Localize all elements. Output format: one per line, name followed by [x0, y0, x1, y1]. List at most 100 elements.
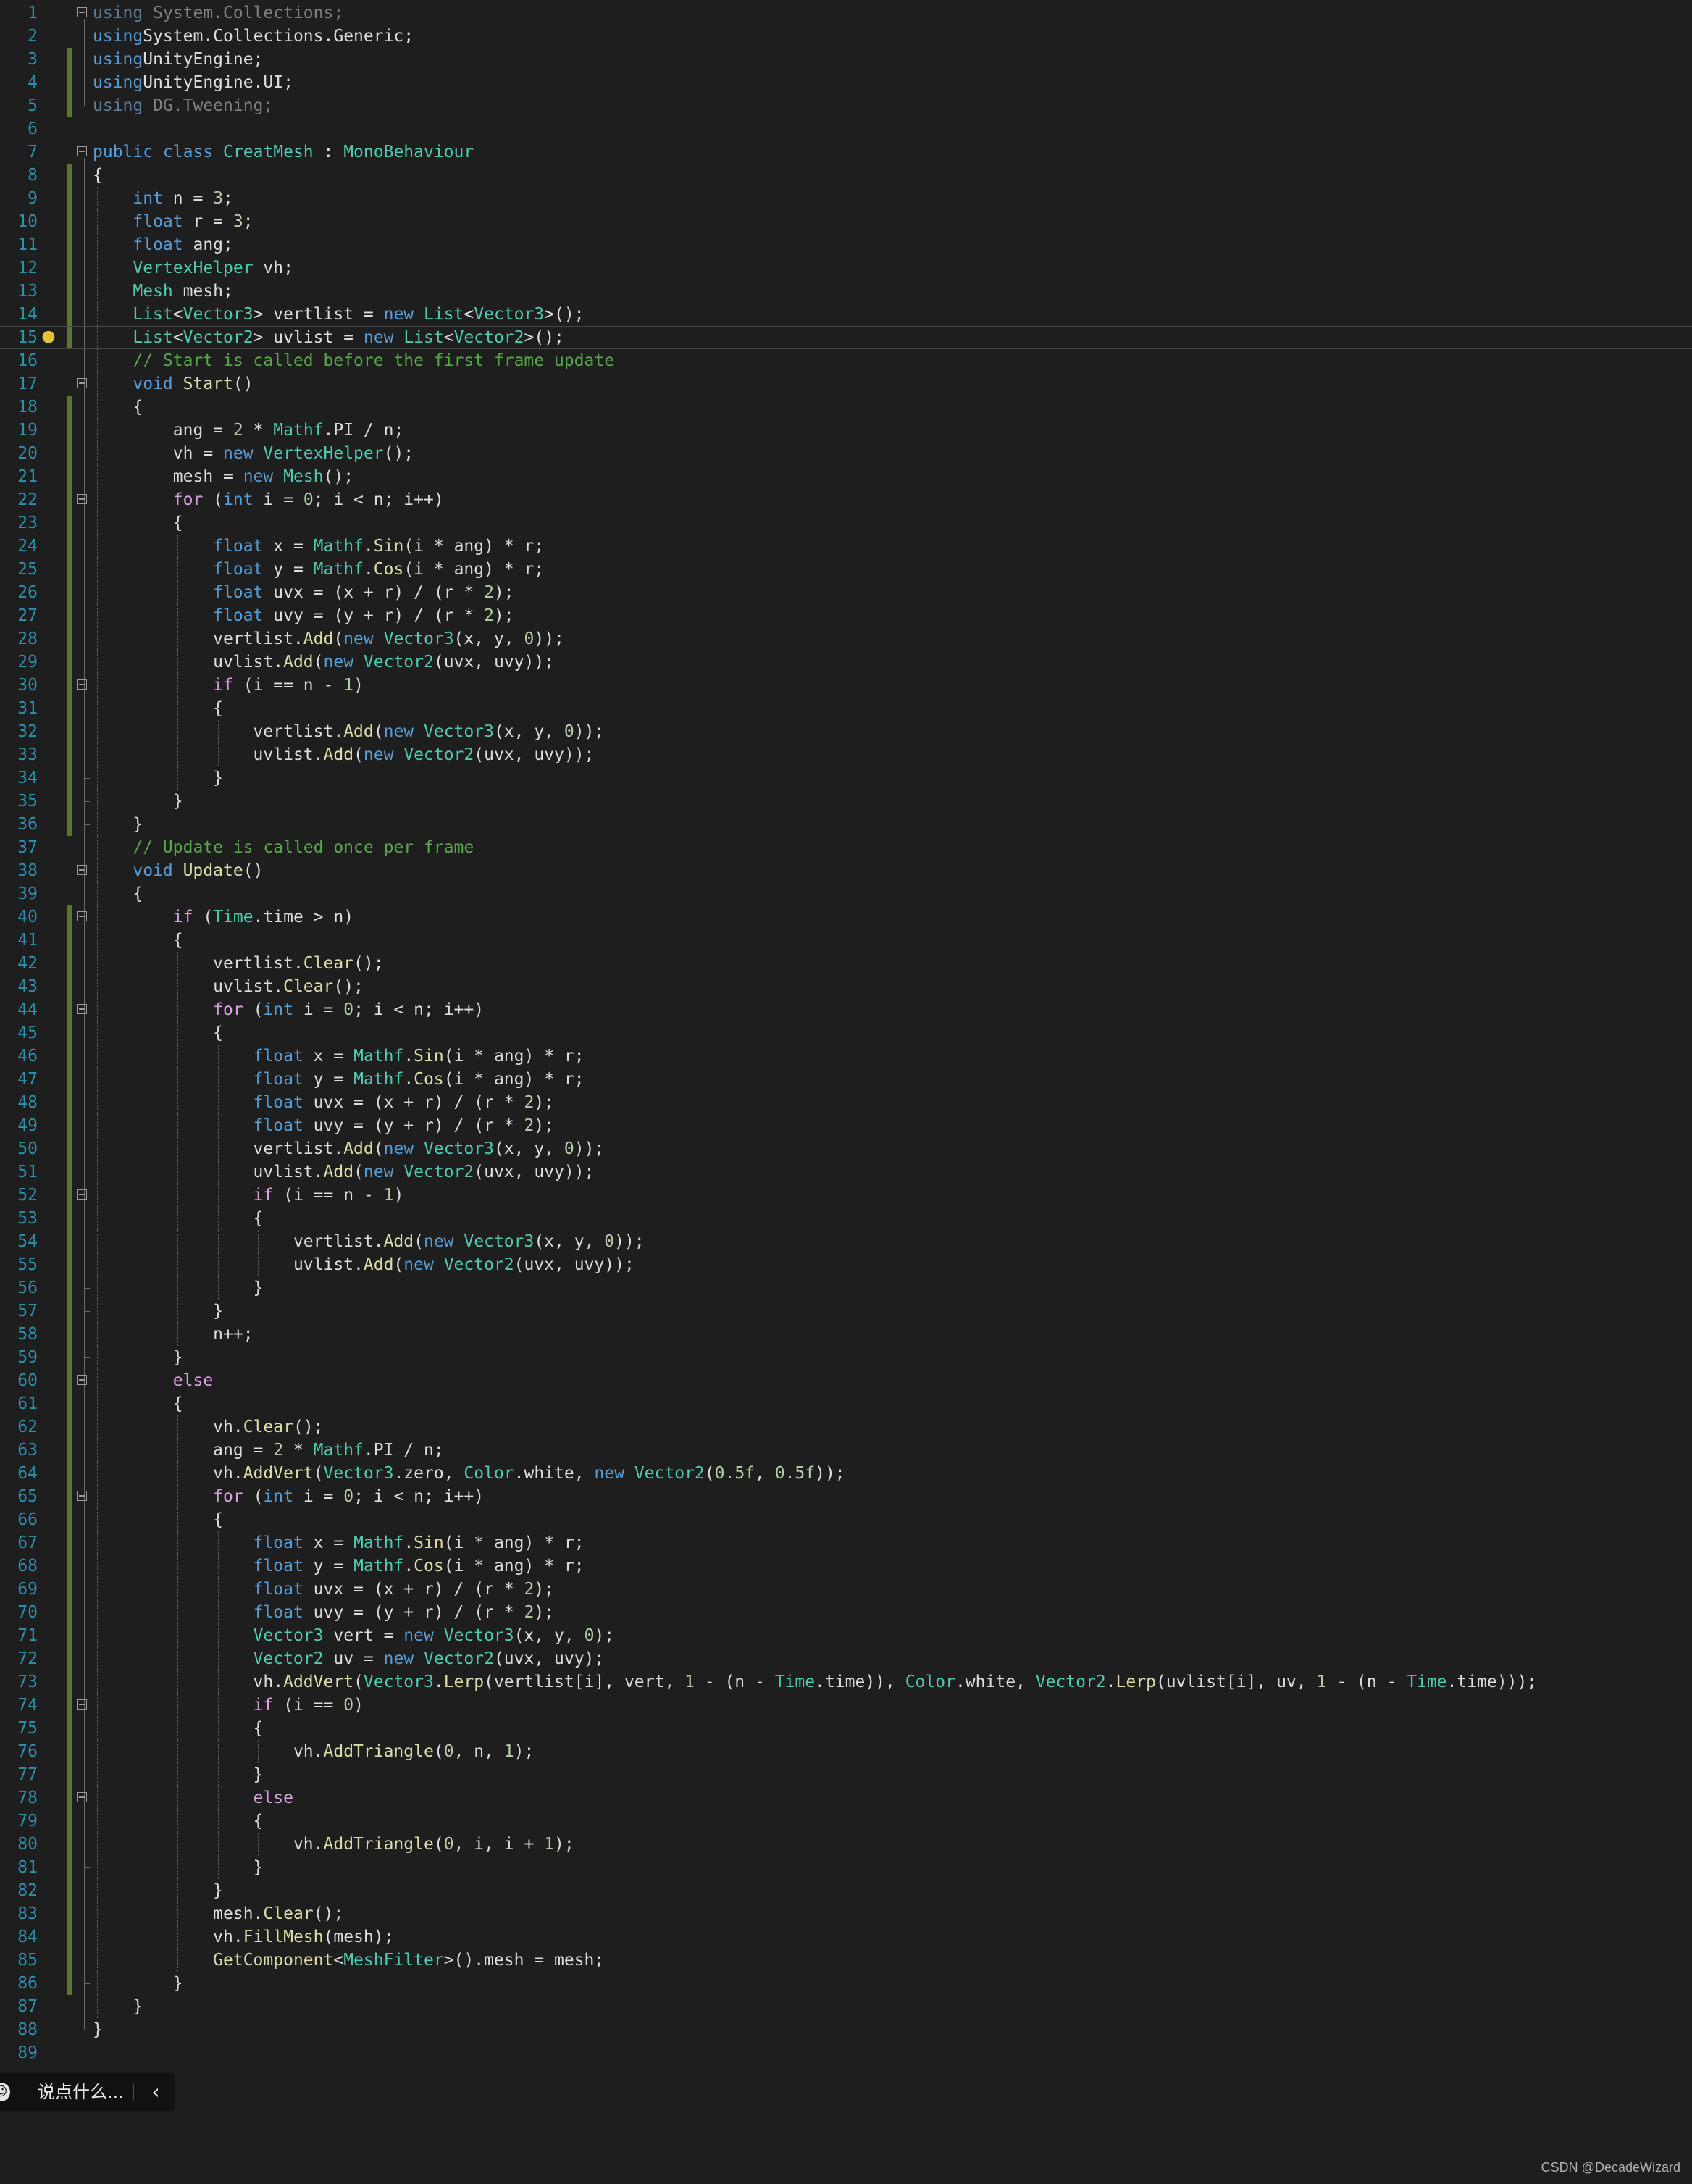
code-line[interactable]: 45 {	[0, 1021, 1692, 1045]
code-line[interactable]: 39 {	[0, 882, 1692, 905]
code-line[interactable]: 68 float y = Mathf.Cos(i * ang) * r;	[0, 1555, 1692, 1578]
code-line[interactable]: 49 float uvy = (y + r) / (r * 2);	[0, 1114, 1692, 1137]
collapse-icon[interactable]	[77, 494, 87, 504]
code-line[interactable]: 60 else	[0, 1369, 1692, 1392]
code-line[interactable]: 28 vertlist.Add(new Vector3(x, y, 0));	[0, 627, 1692, 650]
collapse-icon[interactable]	[77, 1189, 87, 1200]
code-line[interactable]: 19 ang = 2 * Mathf.PI / n;	[0, 419, 1692, 442]
code-line[interactable]: 70 float uvy = (y + r) / (r * 2);	[0, 1601, 1692, 1624]
code-line[interactable]: 53 {	[0, 1207, 1692, 1230]
code-line[interactable]: 50 vertlist.Add(new Vector3(x, y, 0));	[0, 1137, 1692, 1160]
code-line[interactable]: 66 {	[0, 1508, 1692, 1531]
code-line[interactable]: 22 for (int i = 0; i < n; i++)	[0, 488, 1692, 511]
code-line[interactable]: 80 vh.AddTriangle(0, i, i + 1);	[0, 1833, 1692, 1856]
code-line[interactable]: 69 float uvx = (x + r) / (r * 2);	[0, 1578, 1692, 1601]
collapse-icon[interactable]	[77, 1699, 87, 1710]
code-line[interactable]: 56 }	[0, 1276, 1692, 1300]
code-line[interactable]: 7 public class CreatMesh : MonoBehaviour	[0, 141, 1692, 164]
code-line[interactable]: 12 VertexHelper vh;	[0, 256, 1692, 280]
code-line[interactable]: 3 usingUnityEngine;	[0, 48, 1692, 71]
code-line[interactable]: 17 void Start()	[0, 372, 1692, 396]
code-line[interactable]: 44 for (int i = 0; i < n; i++)	[0, 998, 1692, 1021]
code-line[interactable]: 48 float uvx = (x + r) / (r * 2);	[0, 1091, 1692, 1114]
collapse-icon[interactable]	[77, 1491, 87, 1501]
lightbulb-icon[interactable]: ●	[41, 327, 56, 347]
code-line[interactable]: 42 vertlist.Clear();	[0, 952, 1692, 975]
collapse-icon[interactable]	[77, 679, 87, 690]
code-line[interactable]: 9 int n = 3;	[0, 187, 1692, 210]
code-line[interactable]: 30 if (i == n - 1)	[0, 674, 1692, 697]
chevron-left-icon[interactable]: ‹	[143, 2073, 168, 2111]
code-line[interactable]: 46 float x = Mathf.Sin(i * ang) * r;	[0, 1045, 1692, 1068]
code-line[interactable]: 62 vh.Clear();	[0, 1415, 1692, 1439]
code-line[interactable]: 79 {	[0, 1809, 1692, 1833]
code-line[interactable]: 20 vh = new VertexHelper();	[0, 442, 1692, 465]
collapse-icon[interactable]	[77, 1792, 87, 1802]
code-line[interactable]: 52 if (i == n - 1)	[0, 1184, 1692, 1207]
code-line[interactable]: 83 mesh.Clear();	[0, 1902, 1692, 1925]
code-line[interactable]: 84 vh.FillMesh(mesh);	[0, 1925, 1692, 1949]
code-line[interactable]: 47 float y = Mathf.Cos(i * ang) * r;	[0, 1068, 1692, 1091]
code-line[interactable]: 6	[0, 117, 1692, 141]
code-line[interactable]: 24 float x = Mathf.Sin(i * ang) * r;	[0, 535, 1692, 558]
code-line[interactable]: 18 {	[0, 396, 1692, 419]
comment-input[interactable]: 说点什么...	[38, 2073, 124, 2111]
code-editor[interactable]: 1 using System.Collections; 2 usingSystem.C…	[0, 0, 1692, 2072]
smiley-icon[interactable]: ☺	[0, 2083, 10, 2101]
code-line[interactable]: 85 GetComponent<MeshFilter>().mesh = mes…	[0, 1949, 1692, 1972]
collapse-icon[interactable]	[77, 1375, 87, 1385]
code-line[interactable]: 59 }	[0, 1346, 1692, 1369]
code-line[interactable]: 55 uvlist.Add(new Vector2(uvx, uvy));	[0, 1253, 1692, 1276]
code-line[interactable]: 58 n++;	[0, 1323, 1692, 1346]
code-line[interactable]: 64 vh.AddVert(Vector3.zero, Color.white,…	[0, 1462, 1692, 1485]
code-line[interactable]: 4 usingUnityEngine.UI;	[0, 71, 1692, 94]
code-line[interactable]: 88}	[0, 2018, 1692, 2041]
code-line[interactable]: 54 vertlist.Add(new Vector3(x, y, 0));	[0, 1230, 1692, 1253]
code-line[interactable]: 23 {	[0, 511, 1692, 535]
code-line[interactable]: 63 ang = 2 * Mathf.PI / n;	[0, 1439, 1692, 1462]
code-line[interactable]: 5 using DG.Tweening;	[0, 94, 1692, 117]
code-line[interactable]: 40 if (Time.time > n)	[0, 905, 1692, 929]
code-line[interactable]: 67 float x = Mathf.Sin(i * ang) * r;	[0, 1531, 1692, 1555]
code-line[interactable]: 10 float r = 3;	[0, 210, 1692, 233]
code-line[interactable]: 16 // Start is called before the first f…	[0, 349, 1692, 372]
collapse-icon[interactable]	[77, 378, 87, 388]
code-line[interactable]: 26 float uvx = (x + r) / (r * 2);	[0, 581, 1692, 604]
code-line[interactable]: 73 vh.AddVert(Vector3.Lerp(vertlist[i], …	[0, 1670, 1692, 1694]
code-line[interactable]: 32 vertlist.Add(new Vector3(x, y, 0));	[0, 720, 1692, 743]
code-line[interactable]: 82 }	[0, 1879, 1692, 1902]
collapse-icon[interactable]	[77, 865, 87, 875]
code-line[interactable]: 57 }	[0, 1300, 1692, 1323]
code-line[interactable]: 65 for (int i = 0; i < n; i++)	[0, 1485, 1692, 1508]
code-line[interactable]: 29 uvlist.Add(new Vector2(uvx, uvy));	[0, 650, 1692, 674]
code-line[interactable]: 43 uvlist.Clear();	[0, 975, 1692, 998]
code-line[interactable]: 71 Vector3 vert = new Vector3(x, y, 0);	[0, 1624, 1692, 1647]
code-line[interactable]: 77 }	[0, 1763, 1692, 1786]
code-line[interactable]: 11 float ang;	[0, 233, 1692, 256]
code-line[interactable]: 81 }	[0, 1856, 1692, 1879]
code-line[interactable]: 14 List<Vector3> vertlist = new List<Vec…	[0, 303, 1692, 326]
code-line[interactable]: 35 }	[0, 790, 1692, 813]
code-line[interactable]: 8{	[0, 164, 1692, 187]
collapse-icon[interactable]	[77, 1004, 87, 1014]
code-line[interactable]: 25 float y = Mathf.Cos(i * ang) * r;	[0, 558, 1692, 581]
code-line[interactable]: 15 List<Vector2> uvlist = new List<Vecto…	[0, 326, 1692, 351]
code-line[interactable]: 27 float uvy = (y + r) / (r * 2);	[0, 604, 1692, 627]
code-line[interactable]: 51 uvlist.Add(new Vector2(uvx, uvy));	[0, 1160, 1692, 1184]
collapse-icon[interactable]	[77, 911, 87, 921]
collapse-icon[interactable]	[77, 7, 87, 17]
code-line[interactable]: 76 vh.AddTriangle(0, n, 1);	[0, 1740, 1692, 1763]
code-line[interactable]: 74 if (i == 0)	[0, 1694, 1692, 1717]
code-line[interactable]: 33 uvlist.Add(new Vector2(uvx, uvy));	[0, 743, 1692, 766]
code-line[interactable]: 31 {	[0, 697, 1692, 720]
code-line[interactable]: 75 {	[0, 1717, 1692, 1740]
code-line[interactable]: 37 // Update is called once per frame	[0, 836, 1692, 859]
code-line[interactable]: 34 }	[0, 766, 1692, 790]
code-line[interactable]: 41 {	[0, 929, 1692, 952]
code-line[interactable]: 78 else	[0, 1786, 1692, 1809]
code-line[interactable]: 89	[0, 2041, 1692, 2064]
collapse-icon[interactable]	[77, 146, 87, 156]
code-line[interactable]: 38 void Update()	[0, 859, 1692, 882]
code-line[interactable]: 2 usingSystem.Collections.Generic;	[0, 25, 1692, 48]
code-line[interactable]: 86 }	[0, 1972, 1692, 1995]
